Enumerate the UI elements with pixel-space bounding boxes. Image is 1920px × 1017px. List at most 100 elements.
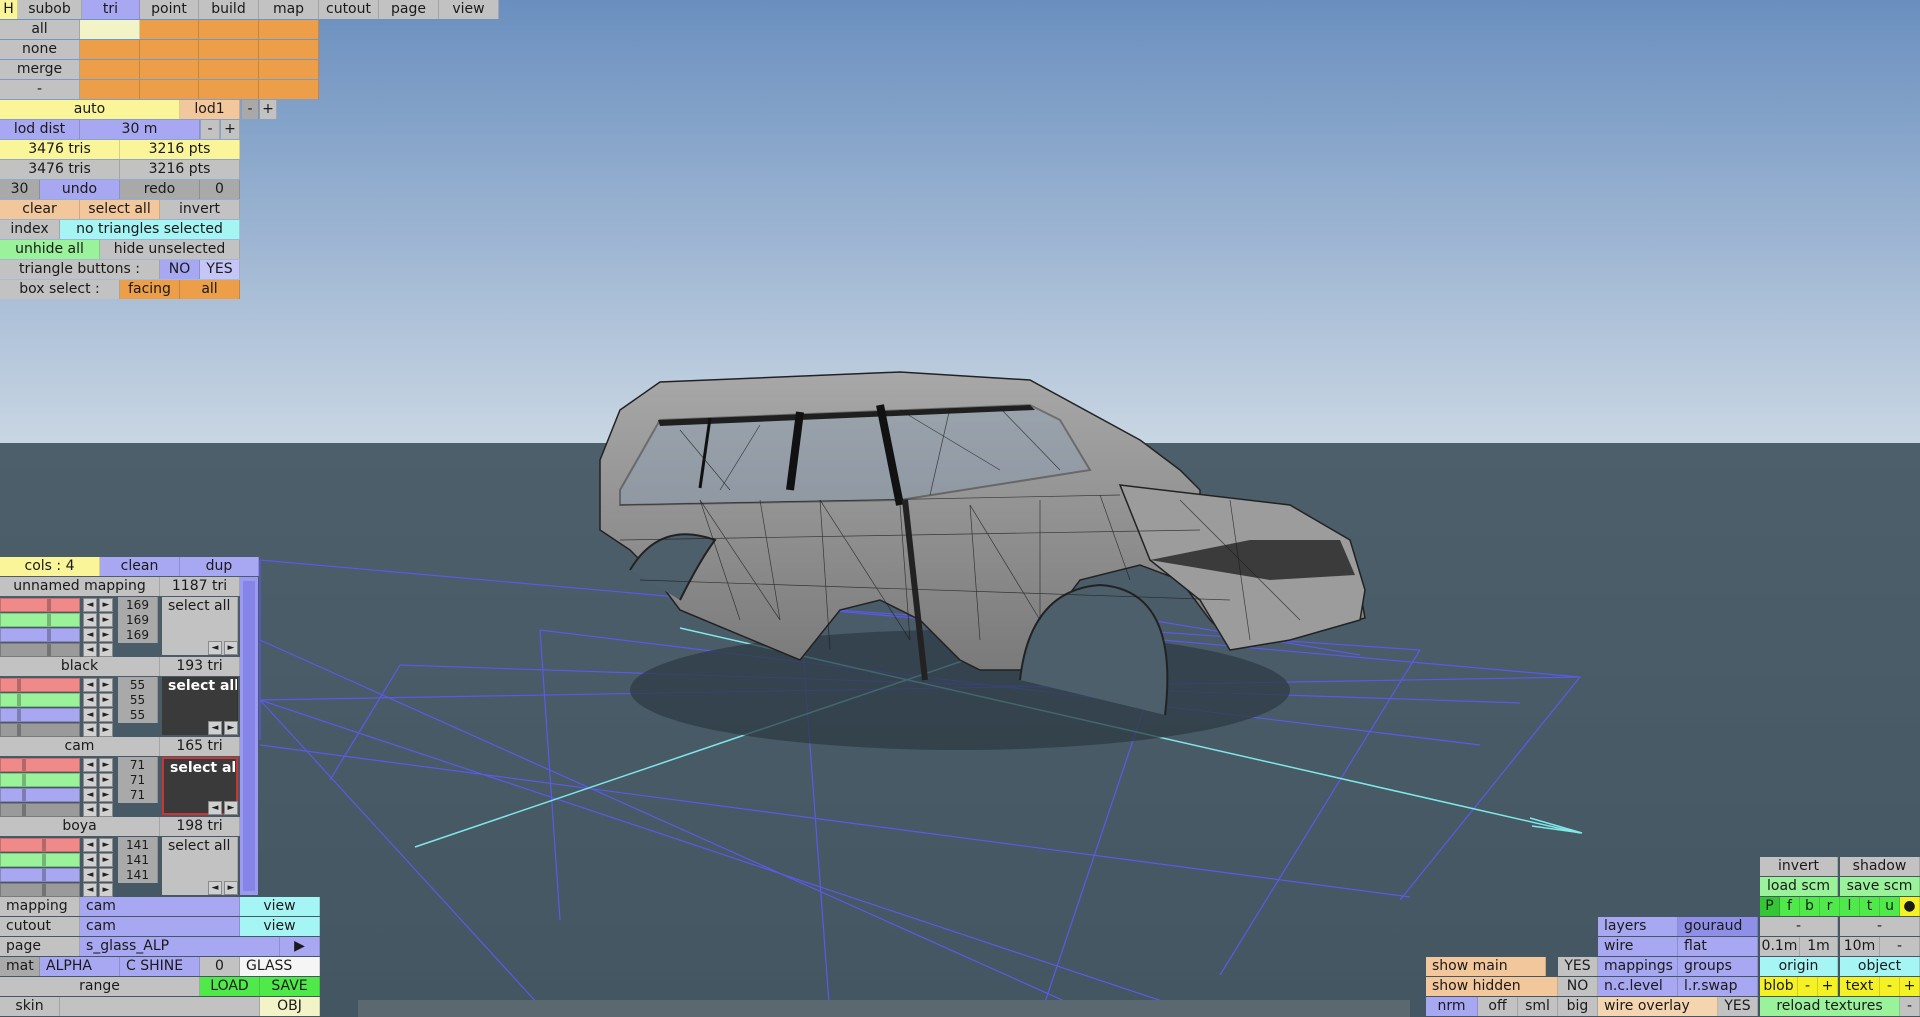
arrow-right-icon[interactable]: ►: [99, 598, 113, 612]
undo-button[interactable]: undo: [40, 180, 120, 199]
grid-1m-button[interactable]: 1m: [1800, 937, 1838, 956]
color-slider[interactable]: [0, 883, 80, 897]
hide-unselected-button[interactable]: hide unselected: [100, 240, 240, 259]
tab-page[interactable]: page: [379, 0, 439, 19]
color-slider[interactable]: [0, 708, 80, 722]
dash-button[interactable]: -: [1840, 917, 1920, 936]
color-slider[interactable]: [0, 598, 80, 612]
arrow-left-icon[interactable]: ◄: [83, 788, 97, 802]
text-button[interactable]: text: [1840, 977, 1880, 996]
blob-plus-button[interactable]: +: [1818, 977, 1838, 996]
arrow-left-icon[interactable]: ◄: [83, 838, 97, 852]
mapping-group-name[interactable]: unnamed mapping: [0, 577, 160, 596]
grid-cell[interactable]: [259, 60, 319, 79]
box-select-all[interactable]: all: [180, 280, 240, 299]
h-button[interactable]: H: [0, 0, 18, 19]
grid-cell[interactable]: [259, 20, 319, 39]
triangle-buttons-yes[interactable]: YES: [200, 260, 240, 279]
slider-knob[interactable]: [47, 614, 51, 626]
shadow-button[interactable]: shadow: [1840, 857, 1920, 876]
grid-cell[interactable]: [140, 40, 199, 59]
gouraud-button[interactable]: gouraud: [1678, 917, 1758, 936]
slider-knob[interactable]: [17, 724, 21, 736]
color-slider[interactable]: [0, 643, 80, 657]
grid-cell[interactable]: [199, 40, 259, 59]
clear-selection-button[interactable]: clear: [0, 200, 80, 219]
range-load-button[interactable]: LOAD: [200, 977, 260, 996]
view-u-button[interactable]: u: [1880, 897, 1900, 916]
grid-cell[interactable]: [199, 60, 259, 79]
show-hidden-label[interactable]: show hidden: [1426, 977, 1558, 996]
slider-knob[interactable]: [22, 759, 26, 771]
arrow-right-icon[interactable]: ►: [224, 801, 238, 815]
arrow-left-icon[interactable]: ◄: [83, 598, 97, 612]
color-slider[interactable]: [0, 723, 80, 737]
big-button[interactable]: big: [1558, 997, 1598, 1016]
lod-auto-button[interactable]: auto: [0, 100, 180, 119]
slider-knob[interactable]: [22, 804, 26, 816]
grid-cell[interactable]: [259, 80, 319, 99]
arrow-left-icon[interactable]: ◄: [83, 883, 97, 897]
arrow-right-icon[interactable]: ►: [99, 643, 113, 657]
triangle-buttons-no[interactable]: NO: [160, 260, 200, 279]
lod-minus-button[interactable]: -: [242, 100, 259, 119]
cutout-value[interactable]: cam: [80, 917, 240, 936]
color-slider[interactable]: [0, 773, 80, 787]
cols-button[interactable]: cols : 4: [0, 557, 100, 576]
arrow-right-icon[interactable]: ►: [99, 678, 113, 692]
arrow-left-icon[interactable]: ◄: [83, 723, 97, 737]
arrow-right-icon[interactable]: ►: [99, 758, 113, 772]
view-r-button[interactable]: r: [1820, 897, 1840, 916]
color-slider[interactable]: [0, 853, 80, 867]
arrow-left-icon[interactable]: ◄: [83, 868, 97, 882]
arrow-right-icon[interactable]: ►: [224, 881, 238, 895]
slider-knob[interactable]: [47, 629, 51, 641]
save-scm-button[interactable]: save scm: [1840, 877, 1920, 896]
show-main-label[interactable]: show main: [1426, 957, 1546, 976]
grid-cell[interactable]: [80, 80, 140, 99]
tab-build[interactable]: build: [199, 0, 259, 19]
sml-button[interactable]: sml: [1518, 997, 1558, 1016]
blob-minus-button[interactable]: -: [1798, 977, 1818, 996]
arrow-right-icon[interactable]: ►: [99, 708, 113, 722]
arrow-left-icon[interactable]: ◄: [208, 801, 222, 815]
reload-minus-button[interactable]: -: [1900, 997, 1920, 1016]
slider-knob[interactable]: [47, 644, 51, 656]
arrow-left-icon[interactable]: ◄: [83, 643, 97, 657]
lod-dist-plus-button[interactable]: +: [221, 120, 240, 139]
wire-button[interactable]: wire: [1598, 937, 1678, 956]
arrow-right-icon[interactable]: ►: [99, 723, 113, 737]
mapping-value[interactable]: cam: [80, 897, 240, 916]
arrow-left-icon[interactable]: ◄: [83, 773, 97, 787]
arrow-left-icon[interactable]: ◄: [83, 803, 97, 817]
obj-button[interactable]: OBJ: [260, 997, 320, 1016]
color-slider[interactable]: [0, 613, 80, 627]
tab-map[interactable]: map: [259, 0, 319, 19]
mapping-group-name[interactable]: cam: [0, 737, 160, 756]
tab-cutout[interactable]: cutout: [319, 0, 379, 19]
wire-overlay-label[interactable]: wire overlay: [1598, 997, 1718, 1016]
color-slider[interactable]: [0, 693, 80, 707]
page-value[interactable]: s_glass_ALP: [80, 937, 280, 956]
show-main-value[interactable]: YES: [1558, 957, 1598, 976]
mapping-group-name[interactable]: black: [0, 657, 160, 676]
index-label[interactable]: index: [0, 220, 60, 239]
view-b-button[interactable]: b: [1800, 897, 1820, 916]
arrow-left-icon[interactable]: ◄: [208, 641, 222, 655]
arrow-left-icon[interactable]: ◄: [83, 613, 97, 627]
grid-cell[interactable]: [80, 40, 140, 59]
view-f-button[interactable]: f: [1780, 897, 1800, 916]
select-none-row[interactable]: none: [0, 40, 80, 59]
arrow-left-icon[interactable]: ◄: [83, 708, 97, 722]
nrm-button[interactable]: nrm: [1426, 997, 1478, 1016]
color-slider[interactable]: [0, 868, 80, 882]
arrow-right-icon[interactable]: ►: [99, 613, 113, 627]
dup-button[interactable]: dup: [180, 557, 259, 576]
blob-button[interactable]: blob: [1760, 977, 1798, 996]
slider-knob[interactable]: [42, 854, 46, 866]
cutout-view-button[interactable]: view: [240, 917, 320, 936]
mat-glass[interactable]: GLASS: [240, 957, 320, 976]
arrow-left-icon[interactable]: ◄: [208, 881, 222, 895]
grid-cell[interactable]: [199, 80, 259, 99]
wire-overlay-value[interactable]: YES: [1718, 997, 1758, 1016]
